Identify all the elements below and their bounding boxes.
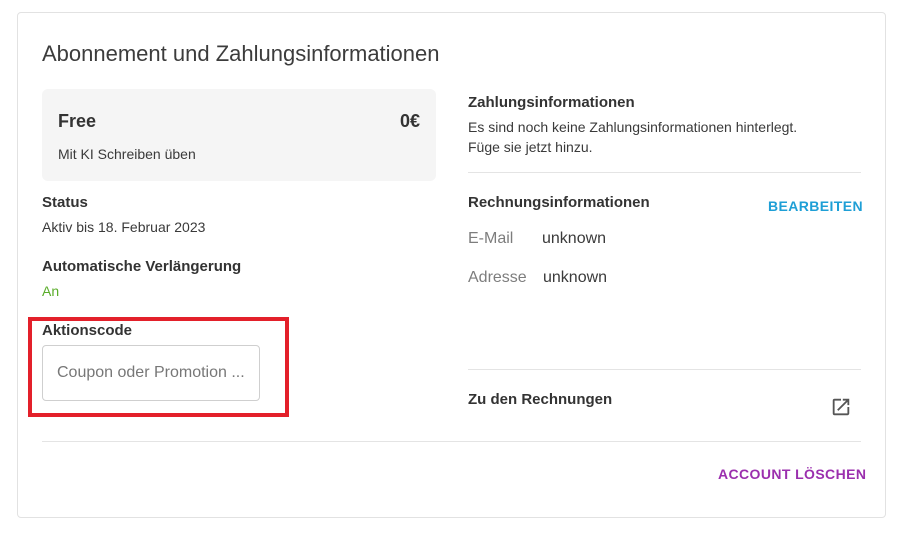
- plan-price: 0€: [399, 111, 420, 131]
- plan-name: Free: [58, 111, 97, 131]
- plan-box: Free 0€ Mit KI Schreiben üben: [42, 89, 436, 181]
- address-key: Adresse: [468, 269, 527, 286]
- email-value: unknown: [542, 230, 607, 247]
- plan-description: Mit KI Schreiben üben: [58, 146, 196, 162]
- payment-line-2: Füge sie jetzt hinzu.: [468, 139, 593, 155]
- open-in-new-icon[interactable]: [830, 396, 852, 418]
- promo-label: Aktionscode: [42, 322, 133, 339]
- address-value: unknown: [543, 269, 608, 286]
- subscription-card: Abonnement und Zahlungsinformationen Fre…: [17, 12, 886, 518]
- status-value: Aktiv bis 18. Februar 2023: [42, 219, 206, 235]
- payment-line-1: Es sind noch keine Zahlungsinformationen…: [468, 119, 798, 135]
- divider-billing: [468, 369, 861, 370]
- billing-heading: Rechnungsinformationen: [468, 194, 650, 211]
- promo-code-input[interactable]: [42, 345, 260, 401]
- delete-account-button[interactable]: ACCOUNT LÖSCHEN: [718, 466, 866, 482]
- divider-payment: [468, 172, 861, 173]
- email-key: E-Mail: [468, 230, 514, 247]
- divider-bottom: [42, 441, 861, 442]
- status-label: Status: [42, 194, 88, 211]
- renewal-value: An: [42, 283, 60, 299]
- invoices-link[interactable]: Zu den Rechnungen: [468, 391, 612, 408]
- edit-billing-button[interactable]: BEARBEITEN: [768, 198, 863, 214]
- page-title: Abonnement und Zahlungsinformationen: [42, 41, 440, 66]
- payment-heading: Zahlungsinformationen: [468, 94, 635, 111]
- renewal-label: Automatische Verlängerung: [42, 258, 242, 275]
